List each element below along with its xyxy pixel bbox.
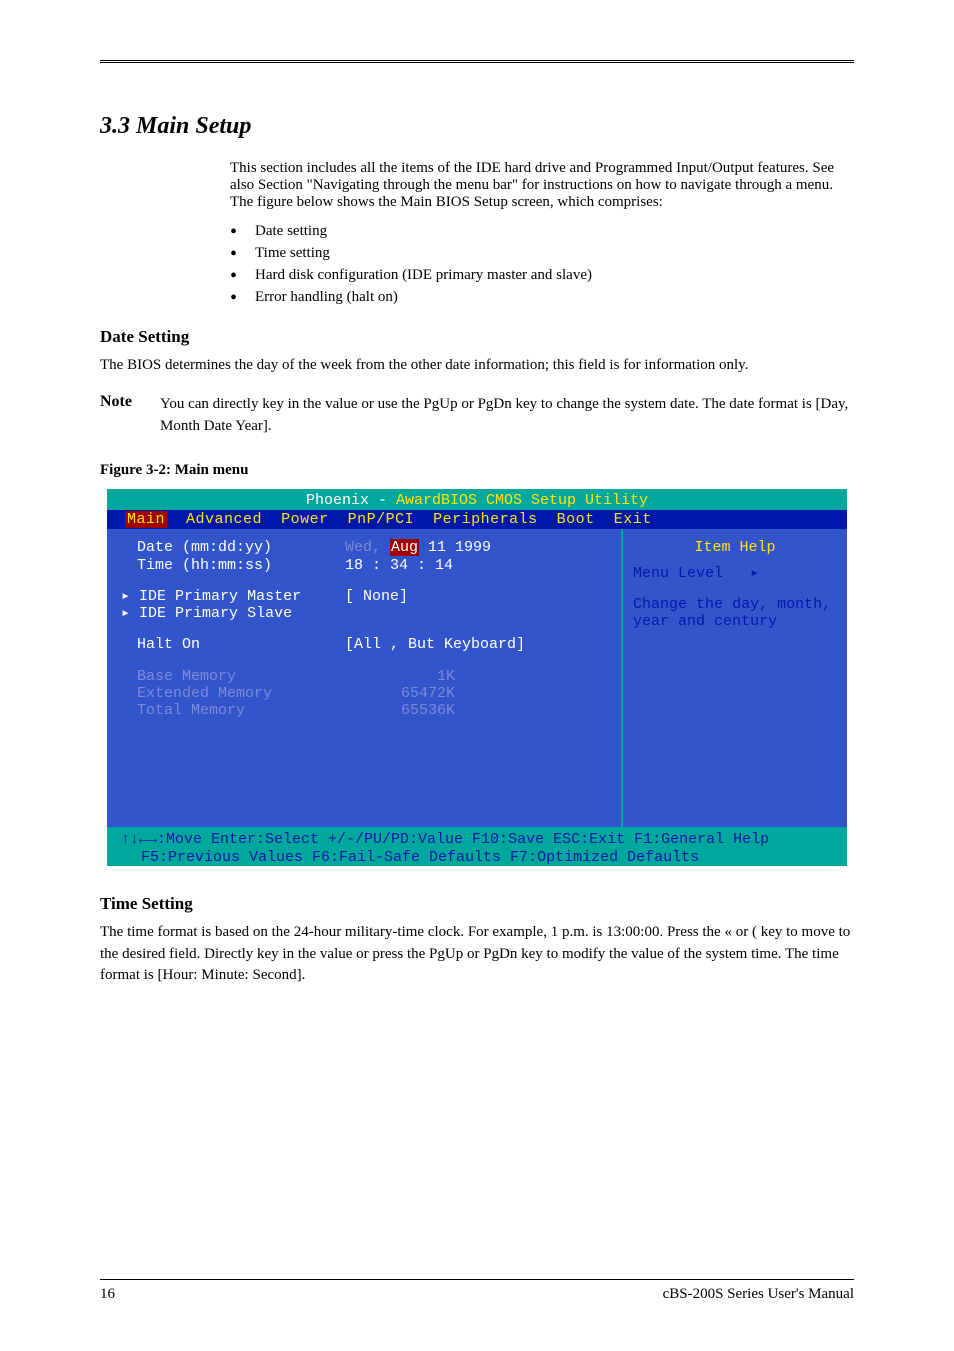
bullet-icon: •: [230, 267, 237, 285]
halt-on-label: Halt On: [115, 636, 345, 653]
page-number: 16: [100, 1286, 115, 1303]
date-day: Wed,: [345, 539, 390, 556]
page-footer: 16 cBS-200S Series User's Manual: [100, 1279, 854, 1303]
bullet-item: Time setting: [255, 245, 330, 262]
base-memory-label: Base Memory: [115, 668, 345, 685]
extended-memory-value: 65472K: [345, 685, 455, 702]
bios-title-pre: Phoenix -: [306, 492, 396, 509]
date-field-value[interactable]: Wed, Aug 11 1999: [345, 539, 491, 556]
bullet-item: Date setting: [255, 223, 327, 240]
ide-master-label: IDE Primary Master: [139, 588, 301, 605]
time-body: The time format is based on the 24-hour …: [100, 922, 854, 987]
bullet-icon: •: [230, 245, 237, 263]
bullet-icon: •: [230, 289, 237, 307]
date-field-label: Date (mm:dd:yy): [115, 539, 345, 556]
bios-title-post: wardBIOS CMOS Setup Utility: [405, 492, 648, 509]
manual-title: cBS-200S Series User's Manual: [663, 1286, 854, 1303]
bios-title-bar: Phoenix - AwardBIOS CMOS Setup Utility: [107, 489, 847, 510]
bios-title-hl: A: [396, 492, 405, 509]
ide-slave-row[interactable]: ▸ IDE Primary Slave: [115, 605, 345, 622]
note-body: You can directly key in the value or use…: [160, 393, 854, 438]
extended-memory-label: Extended Memory: [115, 685, 345, 702]
bios-tab-power[interactable]: Power: [281, 511, 329, 528]
ide-slave-label: IDE Primary Slave: [139, 605, 292, 622]
note-label: Note: [100, 393, 132, 438]
bios-footer: ↑↓←→:Move Enter:Select +/-/PU/PD:Value F…: [107, 829, 847, 866]
menu-level-label: Menu Level: [633, 565, 723, 582]
date-setting-heading: Date Setting: [100, 327, 854, 347]
base-memory-value: 1K: [345, 668, 455, 685]
section-title: 3.3 Main Setup: [100, 113, 854, 140]
menu-level-arrow-icon: ▸: [750, 565, 759, 582]
bios-tab-peripherals[interactable]: Peripherals: [433, 511, 538, 528]
bios-menu-bar[interactable]: Main Advanced Power PnP/PCI Peripherals …: [107, 510, 847, 529]
bullet-list: • Date setting • Time setting • Hard disk c…: [230, 223, 854, 307]
figure-label: Figure 3-2: Main menu: [100, 462, 854, 479]
bios-left-panel: Date (mm:dd:yy) Wed, Aug 11 1999 Time (h…: [107, 529, 623, 827]
help-text: Change the day, month, year and century: [633, 596, 837, 631]
bios-footer-line2: F5:Previous Values F6:Fail-Safe Defaults…: [121, 849, 847, 866]
ide-master-row[interactable]: ▸ IDE Primary Master: [115, 588, 345, 605]
bios-tab-exit[interactable]: Exit: [614, 511, 652, 528]
time-field-label: Time (hh:mm:ss): [115, 557, 345, 574]
ide-master-value: [ None]: [345, 588, 408, 605]
bios-screenshot: Phoenix - AwardBIOS CMOS Setup Utility M…: [107, 489, 847, 866]
time-setting-heading: Time Setting: [100, 894, 854, 914]
bullet-icon: •: [230, 223, 237, 241]
bios-tab-advanced[interactable]: Advanced: [186, 511, 262, 528]
bios-tab-main[interactable]: Main: [125, 511, 167, 528]
intro-paragraph: This section includes all the items of t…: [230, 160, 854, 211]
time-field-value[interactable]: 18 : 34 : 14: [345, 557, 453, 574]
total-memory-label: Total Memory: [115, 702, 345, 719]
bullet-item: Hard disk configuration (IDE primary mas…: [255, 267, 592, 284]
halt-on-value[interactable]: [All , But Keyboard]: [345, 636, 525, 653]
bios-help-panel: Item Help Menu Level ▸ Change the day, m…: [623, 529, 847, 827]
bios-footer-line1: ↑↓←→:Move Enter:Select +/-/PU/PD:Value F…: [121, 831, 847, 848]
bios-tab-pnppci[interactable]: PnP/PCI: [348, 511, 415, 528]
bullet-item: Error handling (halt on): [255, 289, 398, 306]
date-rest: 11 1999: [419, 539, 491, 556]
bios-tab-boot[interactable]: Boot: [557, 511, 595, 528]
item-help-title: Item Help: [633, 539, 837, 556]
total-memory-value: 65536K: [345, 702, 455, 719]
date-month-highlight[interactable]: Aug: [390, 539, 419, 556]
date-body: The BIOS determines the day of the week …: [100, 355, 854, 377]
